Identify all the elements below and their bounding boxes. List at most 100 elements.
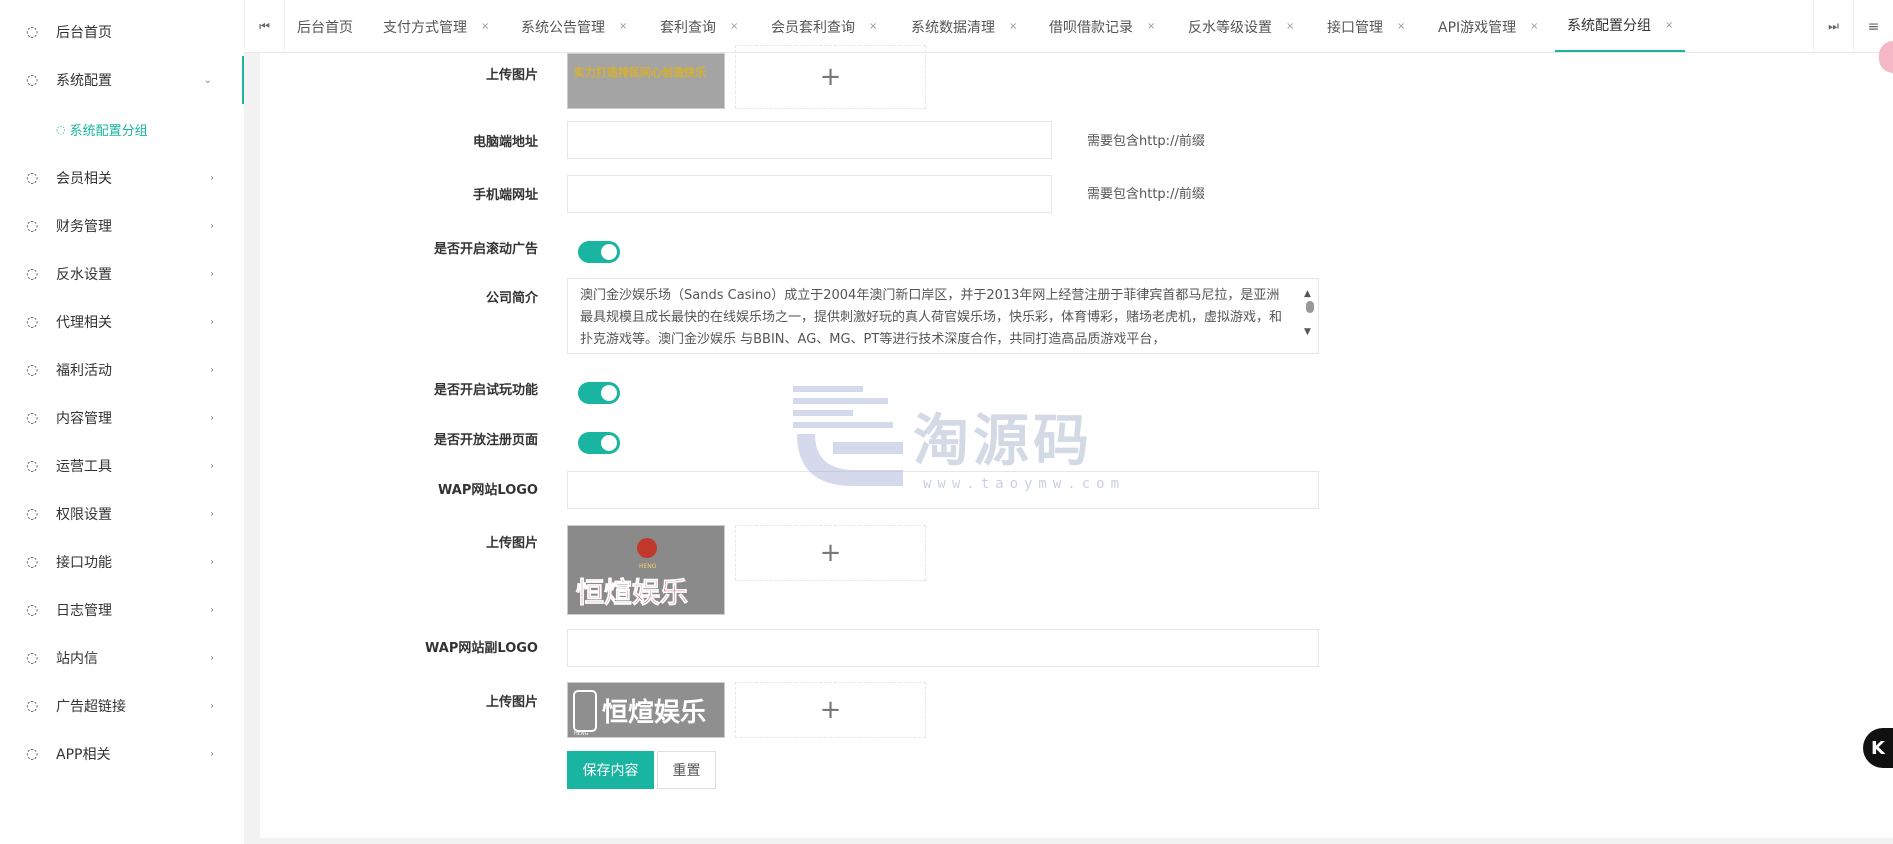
sidebar-item-api[interactable]: ◌ 接口功能 ›: [0, 538, 244, 586]
config-form: 上传图片 实力打造排民间心创造快乐 + 电脑端地址 需要包含http://前缀 …: [260, 45, 1893, 838]
close-icon[interactable]: ×: [1397, 21, 1405, 32]
watermark-url: www.taoymw.com: [923, 476, 1126, 492]
sidebar-item-finance[interactable]: ◌ 财务管理 ›: [0, 202, 244, 250]
tab-loan-records[interactable]: 借呗借款记录 ×: [1049, 0, 1155, 53]
sidebar-item-label: 站内信: [56, 651, 98, 667]
circle-icon: ◌: [26, 24, 39, 40]
close-icon[interactable]: ×: [481, 21, 489, 32]
close-icon[interactable]: ×: [1530, 21, 1538, 32]
close-icon[interactable]: ×: [1665, 20, 1673, 31]
watermark: 淘源码 www.taoymw.com: [793, 386, 1143, 506]
tab-label: 系统公告管理: [521, 19, 605, 36]
chevron-right-icon: ›: [210, 172, 214, 184]
sidebar-item-logs[interactable]: ◌ 日志管理 ›: [0, 586, 244, 634]
sidebar-item-agents[interactable]: ◌ 代理相关 ›: [0, 298, 244, 346]
company-intro-label: 公司简介: [485, 291, 538, 306]
tab-label: 系统配置分组: [1567, 18, 1651, 34]
mobile-url-input[interactable]: [567, 175, 1052, 213]
sidebar-item-ad-links[interactable]: ◌ 广告超链接 ›: [0, 682, 244, 730]
tab-label: 借呗借款记录: [1049, 19, 1133, 36]
register-label: 是否开放注册页面: [433, 433, 538, 448]
chevron-right-icon: ›: [210, 508, 214, 520]
scroll-ad-toggle[interactable]: [578, 241, 620, 263]
sidebar-item-content[interactable]: ◌ 内容管理 ›: [0, 394, 244, 442]
sidebar-item-label: 反水设置: [56, 267, 112, 283]
sidebar-subitem-config-group[interactable]: ◌ 系统配置分组: [0, 104, 244, 154]
tab-label: API游戏管理: [1438, 19, 1517, 36]
sidebar-item-messages[interactable]: ◌ 站内信 ›: [0, 634, 244, 682]
tab-api-games[interactable]: API游戏管理 ×: [1438, 0, 1539, 53]
mobile-url-label: 手机端网址: [472, 188, 538, 203]
chevron-right-icon: ›: [210, 556, 214, 568]
tab-api-management[interactable]: 接口管理 ×: [1327, 0, 1405, 53]
scroll-ad-label: 是否开启滚动广告: [433, 242, 538, 257]
sidebar-item-system-config[interactable]: ◌ 系统配置 ⌄: [0, 56, 244, 104]
pc-url-input[interactable]: [567, 121, 1052, 159]
circle-icon: ◌: [26, 266, 39, 282]
close-icon[interactable]: ×: [1147, 21, 1155, 32]
sidebar-item-app[interactable]: ◌ APP相关 ›: [0, 730, 244, 778]
wap-sub-logo-thumb: HENG 恒煊娱乐: [567, 682, 725, 738]
circle-icon: ◌: [26, 650, 39, 666]
sidebar-item-label: 代理相关: [56, 315, 112, 331]
circle-icon: ◌: [26, 698, 39, 714]
chevron-right-icon: ›: [210, 460, 214, 472]
plus-icon: +: [819, 62, 842, 92]
upload-button[interactable]: +: [735, 525, 926, 581]
sidebar-item-label: 后台首页: [56, 25, 112, 41]
close-icon[interactable]: ×: [619, 21, 627, 32]
upload-button[interactable]: +: [735, 682, 926, 738]
company-intro-textarea[interactable]: 澳门金沙娱乐场（Sands Casino）成立于2004年澳门新口岸区，并于20…: [567, 278, 1319, 354]
circle-icon: ◌: [26, 72, 39, 88]
trial-label: 是否开启试玩功能: [433, 383, 538, 398]
sidebar-item-operations[interactable]: ◌ 运营工具 ›: [0, 442, 244, 490]
circle-icon: ◌: [26, 410, 39, 426]
close-icon[interactable]: ×: [869, 21, 877, 32]
sidebar-item-label: 权限设置: [56, 507, 112, 523]
upload-button[interactable]: +: [735, 45, 926, 109]
sidebar-item-members[interactable]: ◌ 会员相关 ›: [0, 154, 244, 202]
wap-sub-logo-label: WAP网站副LOGO: [425, 641, 538, 656]
tab-label: 反水等级设置: [1188, 19, 1272, 36]
sidebar-item-label: 财务管理: [56, 219, 112, 235]
tab-dashboard[interactable]: 后台首页: [297, 0, 353, 53]
tab-next-icon[interactable]: ⏭: [1813, 0, 1853, 53]
tab-label: 会员套利查询: [771, 19, 855, 36]
close-icon[interactable]: ×: [1286, 21, 1294, 32]
mobile-url-hint: 需要包含http://前缀: [1087, 187, 1205, 202]
circle-icon: ◌: [26, 554, 39, 570]
tab-prev-icon[interactable]: ⏮: [245, 0, 285, 53]
textarea-scrollbar[interactable]: ▲ ▼: [1304, 283, 1316, 347]
sidebar-item-dashboard[interactable]: ◌ 后台首页: [0, 8, 244, 56]
register-toggle[interactable]: [578, 432, 620, 454]
sidebar-item-promotions[interactable]: ◌ 福利活动 ›: [0, 346, 244, 394]
sidebar-item-label: 内容管理: [56, 411, 112, 427]
sidebar-item-permissions[interactable]: ◌ 权限设置 ›: [0, 490, 244, 538]
scroll-down-icon[interactable]: ▼: [1304, 321, 1311, 343]
tab-data-cleanup[interactable]: 系统数据清理 ×: [911, 0, 1017, 53]
tab-rebate-levels[interactable]: 反水等级设置 ×: [1188, 0, 1294, 53]
wap-sub-logo-input[interactable]: [567, 629, 1319, 667]
wap-logo-label: WAP网站LOGO: [438, 483, 538, 498]
close-icon[interactable]: ×: [1009, 21, 1017, 32]
reset-button[interactable]: 重置: [657, 751, 716, 789]
chevron-right-icon: ›: [210, 220, 214, 232]
close-icon[interactable]: ×: [730, 21, 738, 32]
tab-label: 后台首页: [297, 19, 353, 36]
tab-payment-methods[interactable]: 支付方式管理 ×: [383, 0, 489, 53]
circle-icon: ◌: [26, 602, 39, 618]
banner-image-text: 实力打造排民间心创造快乐: [574, 65, 706, 79]
tab-config-group[interactable]: 系统配置分组 ×: [1555, 0, 1686, 52]
trial-toggle[interactable]: [578, 382, 620, 404]
tab-arbitrage-query[interactable]: 套利查询 ×: [660, 0, 738, 53]
circle-icon: ◌: [26, 314, 39, 330]
tab-announcements[interactable]: 系统公告管理 ×: [521, 0, 627, 53]
chevron-right-icon: ›: [210, 316, 214, 328]
chevron-right-icon: ›: [210, 364, 214, 376]
watermark-logo-icon: [793, 386, 903, 486]
scroll-thumb[interactable]: [1306, 301, 1314, 313]
save-button[interactable]: 保存内容: [567, 751, 654, 789]
sidebar-subitem-label: 系统配置分组: [69, 123, 148, 139]
sidebar-item-rebate[interactable]: ◌ 反水设置 ›: [0, 250, 244, 298]
sidebar-item-label: 福利活动: [56, 363, 112, 379]
